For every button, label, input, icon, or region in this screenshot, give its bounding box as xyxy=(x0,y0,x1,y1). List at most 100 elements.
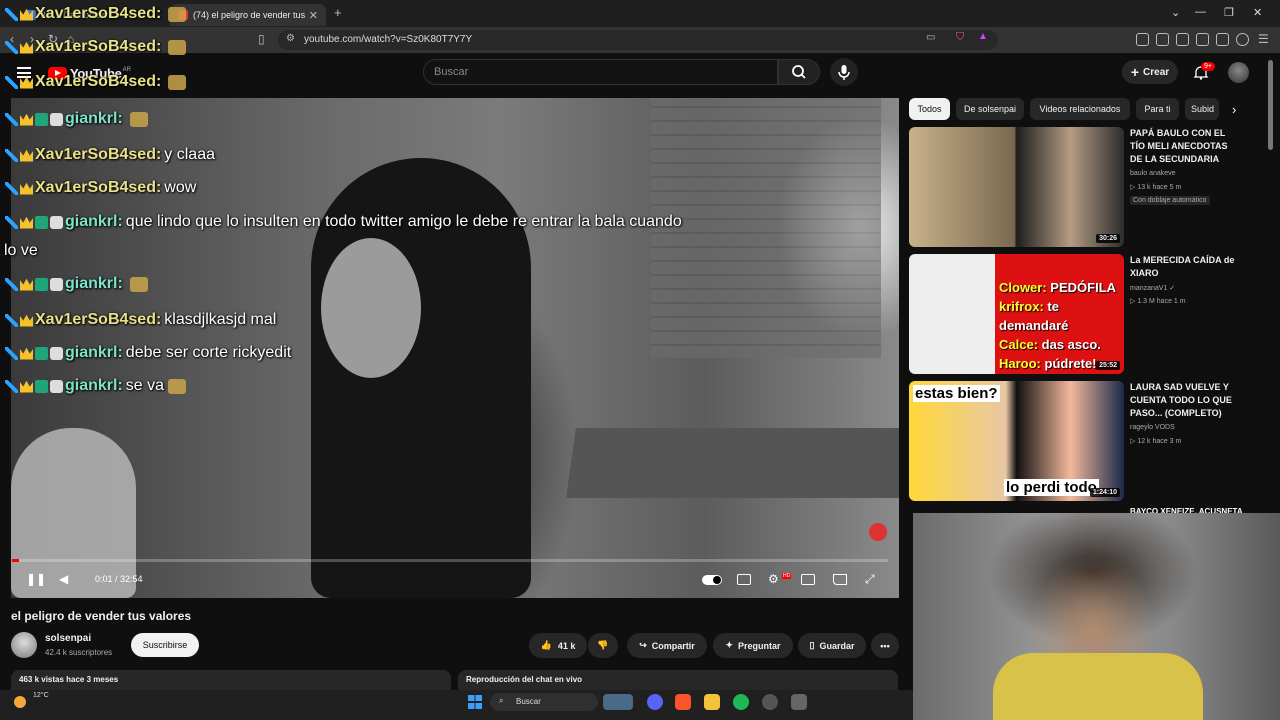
fullscreen-icon[interactable]: ⤢ xyxy=(865,572,875,587)
live-chat-label: Reproducción del chat en vivo xyxy=(466,675,583,684)
dubbing-badge: Con doblaje automático xyxy=(1130,196,1210,205)
new-tab-button[interactable]: + xyxy=(334,5,342,20)
like-button[interactable]: 👍 41 k xyxy=(529,633,587,658)
video-background-wall xyxy=(651,98,881,358)
channel-name[interactable]: solsenpai xyxy=(45,633,91,644)
voice-search-button[interactable] xyxy=(830,58,858,86)
chat-text: lo ve xyxy=(4,242,38,259)
shield-badge-icon xyxy=(50,112,63,126)
recommendation-channel[interactable]: manzanaV1 ✓ xyxy=(1130,284,1175,292)
chip-de-solsenpai[interactable]: De solsenpai xyxy=(956,98,1024,120)
chip-todos[interactable]: Todos xyxy=(909,98,950,120)
spotify-icon[interactable] xyxy=(733,694,749,710)
chip-videos-relacionados[interactable]: Videos relacionados xyxy=(1030,98,1130,120)
recommendation-title[interactable]: La MERECIDA CAÍDA de XIARO xyxy=(1130,254,1238,280)
crown-badge-icon xyxy=(20,8,33,21)
ask-button[interactable]: ✦ Preguntar xyxy=(713,633,793,658)
recommendation-thumbnail[interactable]: 30:26 xyxy=(909,127,1124,247)
recommendation-item[interactable]: Clower: PEDÓFILA krifrox: te demandaré C… xyxy=(909,254,1249,376)
chips-next-chevron-icon[interactable]: › xyxy=(1232,102,1236,117)
video-streamer-face xyxy=(321,238,421,378)
taskbar-search[interactable]: ⌕ Buscar xyxy=(490,693,598,711)
sword-badge-icon xyxy=(5,75,18,89)
more-actions-button[interactable]: ••• xyxy=(871,633,899,658)
chip-subidos[interactable]: Subid xyxy=(1185,98,1219,120)
extensions-icon[interactable] xyxy=(1136,33,1149,46)
subtitles-icon[interactable] xyxy=(737,574,751,585)
sword-badge-icon xyxy=(5,148,18,162)
subscriber-count: 42.4 k suscriptores xyxy=(45,648,113,657)
video-background-shelf xyxy=(566,428,899,498)
obs-icon[interactable] xyxy=(762,694,778,710)
media-icon[interactable] xyxy=(1156,33,1169,46)
windows-start-icon[interactable] xyxy=(468,695,482,709)
shield-badge-icon xyxy=(50,379,63,393)
recommendation-item[interactable]: 30:26 PAPÁ BAULO CON EL TÍO MELI ANECDOT… xyxy=(909,127,1249,249)
pause-icon[interactable]: ❚❚ xyxy=(26,572,46,586)
bookmark-icon[interactable]: ▯ xyxy=(258,32,265,46)
chat-emote-icon xyxy=(129,276,148,292)
cast-icon[interactable]: ▭ xyxy=(926,32,935,43)
brave-browser-icon[interactable] xyxy=(675,694,691,710)
account-avatar[interactable] xyxy=(1228,62,1249,83)
chat-message: Xav1erSoB4sed: xyxy=(5,73,187,91)
crown-badge-icon xyxy=(20,76,33,89)
maximize-button[interactable]: ❐ xyxy=(1224,6,1234,19)
menu-icon[interactable]: ☰ xyxy=(1258,32,1269,46)
tab-search-icon[interactable]: ⌄ xyxy=(1171,6,1180,19)
recommendation-channel[interactable]: baulo anakeve xyxy=(1130,170,1176,177)
recommendation-thumbnail[interactable]: estas bien? lo perdi todo 1:24:10 xyxy=(909,381,1124,501)
rewards-icon[interactable]: ▲ xyxy=(978,31,988,42)
share-button[interactable]: ↪ Compartir xyxy=(627,633,707,658)
close-tab-icon[interactable]: ✕ xyxy=(309,9,318,22)
tab-title: (74) el peligro de vender tus xyxy=(193,10,305,20)
share-label: Compartir xyxy=(651,640,695,651)
recommendation-item[interactable]: estas bien? lo perdi todo 1:24:10 LAURA … xyxy=(909,381,1249,503)
recommendation-title[interactable]: LAURA SAD VUELVE Y CUENTA TODO LO QUE PA… xyxy=(1130,381,1238,420)
video-progress-bar[interactable] xyxy=(12,559,888,562)
cast-to-tv-icon[interactable] xyxy=(833,574,847,585)
chat-text: klasdjlkasjd mal xyxy=(164,311,277,328)
url-bar[interactable]: ⚙ youtube.com/watch?v=Sz0K80T7Y7Y ▭ ⛉ ▲ xyxy=(278,30,998,50)
weather-sun-icon[interactable] xyxy=(14,696,26,708)
tab-youtube-video[interactable]: (74) el peligro de vender tus ✕ xyxy=(170,4,326,26)
theater-mode-icon[interactable] xyxy=(801,574,815,585)
recommendation-title[interactable]: PAPÁ BAULO CON EL TÍO MELI ANECDOTAS DE … xyxy=(1130,127,1238,166)
sword-badge-icon xyxy=(5,379,18,393)
vpn-icon[interactable] xyxy=(1236,33,1249,46)
like-count: 41 k xyxy=(557,640,576,651)
channel-avatar[interactable] xyxy=(11,632,37,658)
sidebar-icon[interactable] xyxy=(1176,33,1189,46)
subscribe-button[interactable]: Suscribirse xyxy=(131,633,199,657)
dislike-button[interactable]: 👎 xyxy=(588,633,618,658)
subscriber-badge-icon xyxy=(35,277,48,291)
settings-gear-icon[interactable]: ⚙ xyxy=(768,572,779,586)
chat-username: Xav1erSoB4sed: xyxy=(35,5,162,22)
sword-badge-icon xyxy=(5,346,18,360)
save-button[interactable]: ▯ Guardar xyxy=(798,633,866,658)
recommendation-channel[interactable]: rageylo VODS xyxy=(1130,424,1175,431)
volume-icon[interactable]: ◀ xyxy=(59,572,68,586)
search-input[interactable]: Buscar xyxy=(423,59,778,85)
brave-shield-icon[interactable]: ⛉ xyxy=(956,31,964,44)
discord-icon[interactable] xyxy=(647,694,663,710)
chat-username: giankrl: xyxy=(65,110,123,127)
live-chat-replay[interactable]: Reproducción del chat en vivo xyxy=(458,670,898,690)
recommendation-thumbnail[interactable]: Clower: PEDÓFILA krifrox: te demandaré C… xyxy=(909,254,1124,374)
address-toolbar: ‹ › ↻ ⌂ ▯ ⚙ youtube.com/watch?v=Sz0K80T7… xyxy=(0,27,1280,53)
leo-icon[interactable] xyxy=(1216,33,1229,46)
create-button[interactable]: + Crear xyxy=(1122,60,1178,84)
app-icon[interactable] xyxy=(791,694,807,710)
description-box[interactable]: 463 k vistas hace 3 meses xyxy=(11,670,451,690)
minimize-button[interactable]: — xyxy=(1195,6,1206,18)
page-scrollbar[interactable] xyxy=(1268,60,1273,150)
file-explorer-icon[interactable] xyxy=(704,694,720,710)
site-info-icon[interactable]: ⚙ xyxy=(286,33,295,44)
close-window-button[interactable]: ✕ xyxy=(1253,6,1262,19)
search-button[interactable] xyxy=(778,59,820,85)
taskbar-widget-icon[interactable] xyxy=(603,694,633,710)
wallet-icon[interactable] xyxy=(1196,33,1209,46)
autoplay-toggle[interactable] xyxy=(702,575,722,585)
chip-para-ti[interactable]: Para ti xyxy=(1136,98,1179,120)
chat-message: giankrl: se va xyxy=(5,377,187,395)
